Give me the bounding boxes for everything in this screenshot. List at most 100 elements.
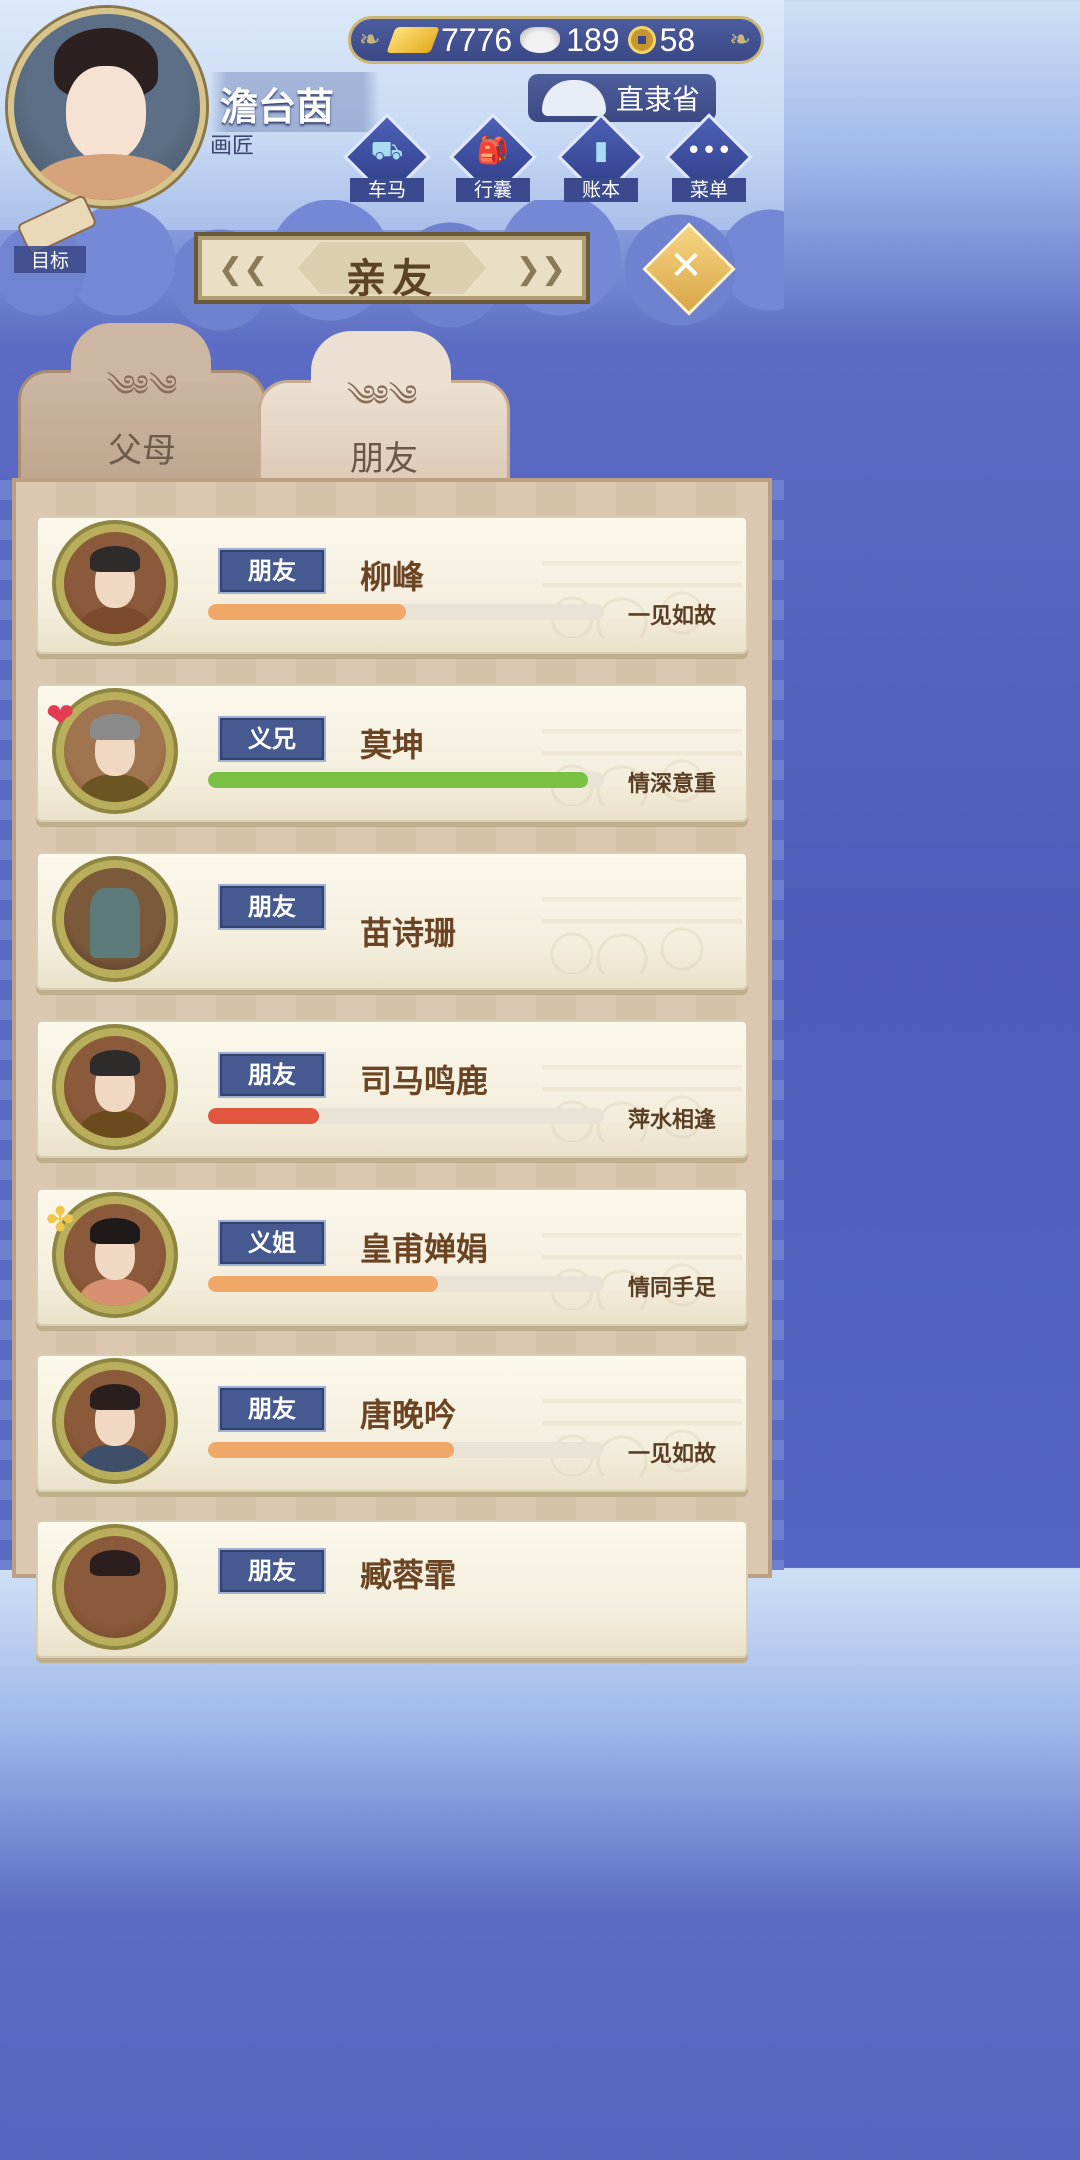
friend-card[interactable]: 朋友 唐晚吟 一见如故 xyxy=(36,1354,748,1492)
goal-button[interactable]: 目标 xyxy=(10,193,98,273)
avatar-body xyxy=(80,1110,150,1138)
currency-bar: ❧ 7776 189 58 ❧ xyxy=(348,16,764,64)
province-button[interactable]: 直隶省 xyxy=(528,74,716,122)
copper-coin-icon xyxy=(627,26,656,54)
friend-card[interactable]: 朋友 臧蓉霏 xyxy=(36,1520,748,1658)
tab-parents-label: 父母 xyxy=(108,431,176,471)
avatar-hair xyxy=(90,1384,140,1410)
relation-tag: 朋友 xyxy=(218,884,326,930)
relation-tag: 义姐 xyxy=(218,1220,326,1266)
coin-amount: 58 xyxy=(659,21,696,58)
friend-avatar[interactable] xyxy=(56,524,174,642)
heart-icon: ❤ xyxy=(46,696,75,736)
friend-avatar[interactable] xyxy=(56,1362,174,1480)
friend-card[interactable]: ❤ 义兄 莫坤 情深意重 xyxy=(36,684,748,822)
avatar-body xyxy=(80,774,150,802)
tab-friends-label: 朋友 xyxy=(350,439,418,479)
chinese-knot-icon: ✤ xyxy=(46,1200,75,1240)
avatar-hair xyxy=(90,1050,140,1076)
affinity-bar xyxy=(208,1276,604,1292)
relationship-status: 情同手足 xyxy=(627,1276,716,1301)
friend-name: 唐晚吟 xyxy=(360,1396,457,1434)
more-icon: ••• xyxy=(685,136,732,166)
affinity-bar xyxy=(208,604,604,620)
affinity-bar xyxy=(208,1442,604,1458)
avatar-hair xyxy=(90,714,140,740)
player-portrait[interactable] xyxy=(8,8,206,206)
close-icon[interactable]: ✕ xyxy=(656,236,716,296)
friend-card[interactable]: 朋友 司马鸣鹿 萍水相逢 xyxy=(36,1020,748,1158)
friend-card[interactable]: 朋友 苗诗珊 xyxy=(36,852,748,990)
silver-amount: 189 xyxy=(566,21,620,58)
gold-ingot-icon xyxy=(386,27,440,53)
portrait-face xyxy=(66,66,146,162)
friend-name: 苗诗珊 xyxy=(360,914,457,952)
wave-pattern xyxy=(542,864,742,974)
avatar-image xyxy=(64,532,166,634)
ledger-button[interactable]: ▮ 账本 xyxy=(557,113,645,208)
avatar-hair xyxy=(90,1218,140,1244)
friend-name: 臧蓉霏 xyxy=(360,1556,457,1594)
friend-avatar[interactable] xyxy=(56,1028,174,1146)
ledger-label: 账本 xyxy=(564,178,638,202)
avatar-image xyxy=(64,1036,166,1138)
bamboo-left-icon: ❧ xyxy=(359,25,381,55)
title-banner: ❮❮ 亲友 ❯❯ xyxy=(194,232,590,304)
affinity-fill xyxy=(208,1108,319,1124)
relationship-status: 萍水相逢 xyxy=(627,1108,716,1133)
friend-avatar[interactable] xyxy=(56,1528,174,1646)
affinity-fill xyxy=(208,1442,454,1458)
friend-card[interactable]: 朋友 柳峰 一见如故 xyxy=(36,516,748,654)
friend-avatar[interactable] xyxy=(56,860,174,978)
affinity-fill xyxy=(208,1276,438,1292)
ledger-icon: ▮ xyxy=(593,136,609,166)
menu-button[interactable]: ••• 菜单 xyxy=(665,113,753,208)
relationship-status: 一见如故 xyxy=(627,1442,716,1467)
bag-icon: 🎒 xyxy=(476,136,510,166)
carriage-label: 车马 xyxy=(350,178,424,202)
affinity-fill xyxy=(208,604,406,620)
friend-name: 柳峰 xyxy=(360,558,425,596)
affinity-bar xyxy=(208,772,604,788)
carriage-icon: ⛟ xyxy=(370,136,404,166)
avatar-body xyxy=(80,606,150,634)
province-label: 直隶省 xyxy=(615,83,700,116)
carriage-button[interactable]: ⛟ 车马 xyxy=(343,113,431,208)
relation-tag: 朋友 xyxy=(218,1052,326,1098)
avatar-hair xyxy=(90,546,140,572)
goal-label: 目标 xyxy=(14,246,86,273)
bag-button[interactable]: 🎒 行囊 xyxy=(449,113,537,208)
coin-counter[interactable]: 58 xyxy=(627,21,696,59)
iron-icon xyxy=(542,80,606,116)
relation-tag: 朋友 xyxy=(218,1386,326,1432)
relationship-status: 一见如故 xyxy=(627,604,716,629)
relation-tag: 义兄 xyxy=(218,716,326,762)
relationship-status: 情深意重 xyxy=(627,772,716,797)
avatar-image xyxy=(64,1370,166,1472)
gold-amount: 7776 xyxy=(441,21,513,58)
player-name: 澹台茵 xyxy=(220,85,335,129)
right-border-pattern xyxy=(770,480,784,1570)
relation-tag: 朋友 xyxy=(218,548,326,594)
bamboo-right-icon: ❧ xyxy=(729,25,751,55)
friend-name: 莫坤 xyxy=(360,726,425,764)
friend-card[interactable]: ✤ 义姐 皇甫婵娟 情同手足 xyxy=(36,1188,748,1326)
gold-counter[interactable]: 7776 xyxy=(386,21,513,59)
relation-tag: 朋友 xyxy=(218,1548,326,1594)
avatar-image xyxy=(64,1536,166,1638)
avatar-hair xyxy=(90,1550,140,1576)
avatar-body xyxy=(80,1278,150,1306)
silver-counter[interactable]: 189 xyxy=(520,21,620,59)
avatar-image xyxy=(64,868,166,970)
tombstone-icon xyxy=(90,888,140,958)
player-title: 画匠 xyxy=(210,134,255,159)
avatar-image xyxy=(64,700,166,802)
avatar-body xyxy=(80,1444,150,1472)
bag-label: 行囊 xyxy=(456,178,530,202)
affinity-bar xyxy=(208,1108,604,1124)
silver-ingot-icon xyxy=(520,27,561,53)
portrait-body xyxy=(34,154,180,200)
friend-name: 皇甫婵娟 xyxy=(360,1230,489,1268)
affinity-fill xyxy=(208,772,589,788)
menu-label: 菜单 xyxy=(672,178,746,202)
